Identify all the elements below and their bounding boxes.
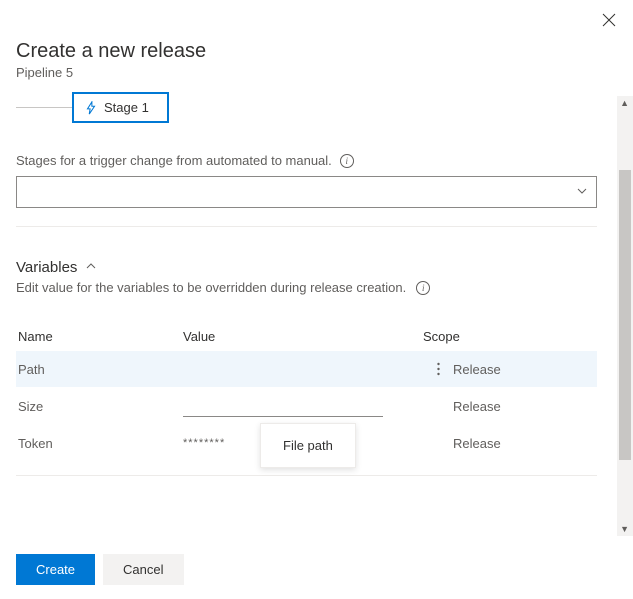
column-header-value: Value — [183, 329, 423, 344]
scrollbar-thumb[interactable] — [619, 170, 631, 460]
info-icon[interactable]: i — [416, 281, 430, 295]
section-divider — [16, 226, 597, 227]
kebab-icon — [437, 362, 440, 376]
var-name-cell: Size — [18, 399, 183, 414]
var-value-cell[interactable] — [183, 395, 423, 417]
stage-diagram: Stage 1 — [16, 92, 597, 123]
value-input[interactable] — [183, 395, 383, 417]
info-icon[interactable]: i — [340, 154, 354, 168]
var-scope-cell: Release — [453, 362, 595, 377]
column-header-name: Name — [18, 329, 183, 344]
action-buttons: Create Cancel — [16, 554, 184, 585]
var-scope-cell: Release — [453, 399, 595, 414]
variables-help-text: Edit value for the variables to be overr… — [16, 280, 597, 295]
var-scope-cell: Release — [453, 436, 595, 451]
variables-section-header[interactable]: Variables — [16, 259, 597, 276]
tooltip: File path — [260, 423, 356, 468]
trigger-section-label: Stages for a trigger change from automat… — [16, 153, 597, 168]
lightning-manual-icon — [84, 101, 98, 115]
cancel-button[interactable]: Cancel — [103, 554, 183, 585]
stage-connector-line — [16, 107, 72, 108]
chevron-up-icon — [85, 259, 97, 276]
var-name-cell: Path — [18, 362, 183, 377]
column-header-scope: Scope — [423, 329, 595, 344]
close-button[interactable] — [597, 8, 621, 32]
pipeline-name: Pipeline 5 — [16, 65, 617, 80]
trigger-stages-dropdown[interactable] — [16, 176, 597, 208]
table-row[interactable]: Path Release — [16, 351, 597, 387]
stage-label: Stage 1 — [104, 100, 149, 115]
stage-box[interactable]: Stage 1 — [72, 92, 169, 123]
table-header-row: Name Value Scope — [16, 323, 597, 351]
scroll-up-arrow[interactable]: ▲ — [620, 98, 629, 108]
table-bottom-divider — [16, 475, 597, 476]
page-title: Create a new release — [16, 40, 617, 63]
create-button[interactable]: Create — [16, 554, 95, 585]
more-options-button[interactable] — [423, 362, 453, 376]
var-name-cell: Token — [18, 436, 183, 451]
close-icon — [602, 13, 616, 27]
table-row[interactable]: Size Release — [16, 387, 597, 425]
chevron-down-icon — [576, 184, 588, 200]
scroll-down-arrow[interactable]: ▼ — [620, 524, 629, 534]
